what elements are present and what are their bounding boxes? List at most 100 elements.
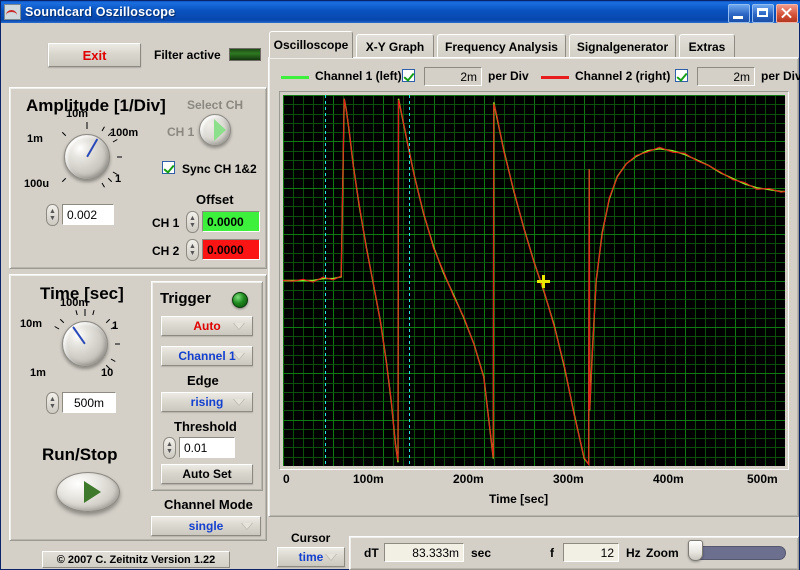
auto-set-button[interactable]: Auto Set	[161, 464, 253, 484]
trigger-source-value: Channel 1	[178, 349, 236, 363]
waveform-trace	[283, 98, 785, 466]
sync-ch-checkbox[interactable]	[162, 161, 175, 174]
xtick-0: 0	[283, 472, 290, 486]
offset-ch1-stepper[interactable]: ▲ ▼	[186, 211, 199, 233]
amplitude-title: Amplitude [1/Div]	[26, 96, 166, 115]
trigger-mode-value: Auto	[193, 319, 221, 333]
select-ch-knob[interactable]	[199, 114, 231, 146]
chevron-down-icon	[325, 554, 337, 561]
frequency-value-field[interactable]: 12	[563, 543, 619, 562]
knob-tick	[92, 310, 95, 316]
run-stop-button[interactable]	[56, 472, 120, 512]
waveform-icon	[4, 4, 21, 20]
copyright-label: © 2007 C. Zeitnitz Version 1.22	[42, 551, 230, 568]
sync-ch-label: Sync CH 1&2	[182, 162, 257, 176]
amplitude-knob-label-100u: 100u	[24, 178, 50, 190]
offset-ch1-label: CH 1	[152, 216, 180, 230]
knob-tick	[101, 182, 105, 188]
knob-tick	[110, 358, 116, 362]
xtick-200m: 200m	[453, 472, 484, 486]
offset-ch2-stepper[interactable]: ▲ ▼	[186, 239, 199, 261]
filter-active-led	[229, 48, 261, 61]
trigger-source-dropdown[interactable]: Channel 1	[161, 346, 253, 366]
x-axis-title: Time [sec]	[489, 492, 549, 506]
cursor-mode-dropdown[interactable]: time	[277, 547, 345, 567]
offset-ch2-field[interactable]: 0.0000	[202, 239, 260, 260]
dt-value-field[interactable]: 83.333m	[384, 543, 464, 562]
amplitude-knob-pointer	[86, 138, 99, 158]
threshold-field[interactable]: 0.01	[179, 437, 235, 458]
filter-active-label: Filter active	[154, 48, 221, 62]
cursor-line-2[interactable]	[409, 95, 410, 466]
oscilloscope-graph[interactable]	[283, 95, 785, 466]
frequency-label: f	[550, 546, 554, 560]
select-ch-pointer	[214, 119, 226, 141]
amplitude-knob-label-1: 1	[115, 173, 122, 185]
oscilloscope-tab-panel: Channel 1 (left) 2m per Div Channel 2 (r…	[268, 57, 800, 517]
knob-tick	[117, 156, 122, 158]
zoom-slider-track[interactable]	[690, 546, 786, 560]
channel-mode-value: single	[188, 519, 224, 533]
xtick-400m: 400m	[653, 472, 684, 486]
channel2-color-swatch	[541, 76, 569, 79]
time-value-field[interactable]: 500m	[62, 392, 116, 413]
tab-oscilloscope[interactable]: Oscilloscope	[269, 31, 353, 58]
tab-xy-graph[interactable]: X-Y Graph	[356, 34, 434, 58]
amplitude-panel: Amplitude [1/Div] 10m 100m 1 100u 1m ▲ ▼ …	[9, 87, 267, 269]
channel1-enable-checkbox[interactable]	[402, 69, 415, 82]
trigger-panel: Trigger Auto Channel 1 Edge rising Thres…	[151, 281, 263, 491]
dt-label: dT	[364, 546, 379, 560]
frequency-unit-label: Hz	[626, 546, 641, 560]
zoom-label: Zoom	[646, 546, 679, 560]
knob-tick	[61, 131, 67, 137]
time-knob-pointer	[72, 326, 86, 345]
knob-tick	[84, 309, 86, 316]
channel2-enable-checkbox[interactable]	[675, 69, 688, 82]
xtick-100m: 100m	[353, 472, 384, 486]
knob-tick	[61, 177, 67, 183]
close-icon[interactable]	[776, 4, 798, 23]
knob-tick	[75, 310, 78, 316]
time-panel: Time [sec] 100m 1 10m 10 1m ▲ ▼ 500m Run/…	[9, 274, 267, 541]
cursor-line-1[interactable]	[325, 95, 326, 466]
amplitude-knob-label-10m: 10m	[66, 108, 89, 120]
trigger-edge-label: Edge	[187, 373, 219, 388]
chevron-down-icon	[241, 523, 253, 530]
trigger-mode-dropdown[interactable]: Auto	[161, 316, 253, 336]
title-bar: Soundcard Oszilloscope	[1, 1, 800, 23]
minimize-icon[interactable]	[728, 4, 750, 23]
trigger-led	[232, 292, 248, 308]
channel2-perdiv-field[interactable]: 2m	[697, 67, 755, 86]
amplitude-value-field[interactable]: 0.002	[62, 204, 114, 225]
zoom-slider-thumb[interactable]	[688, 540, 703, 561]
time-knob-label-10: 10	[101, 367, 114, 379]
window-controls	[728, 4, 798, 23]
channel-mode-label: Channel Mode	[164, 497, 253, 512]
select-ch-label: Select CH	[187, 98, 244, 112]
play-icon	[83, 481, 101, 503]
offset-ch1-field[interactable]: 0.0000	[202, 211, 260, 232]
tab-frequency-analysis[interactable]: Frequency Analysis	[437, 34, 566, 58]
application-window: Soundcard Oszilloscope Exit Filter activ…	[0, 0, 800, 570]
trigger-edge-dropdown[interactable]: rising	[161, 392, 253, 412]
dt-unit-label: sec	[471, 546, 492, 560]
time-stepper[interactable]: ▲ ▼	[46, 392, 59, 414]
cursor-marker[interactable]	[536, 274, 550, 288]
amplitude-stepper[interactable]: ▲ ▼	[46, 204, 59, 226]
time-knob-label-100m: 100m	[60, 297, 89, 309]
knob-tick	[86, 122, 88, 129]
tab-extras[interactable]: Extras	[679, 34, 735, 58]
threshold-stepper[interactable]: ▲ ▼	[163, 437, 176, 459]
amplitude-knob[interactable]	[64, 134, 110, 180]
time-knob[interactable]	[62, 321, 108, 367]
channel-mode-dropdown[interactable]: single	[151, 516, 261, 536]
tab-signalgenerator[interactable]: Signalgenerator	[569, 34, 676, 58]
cursor-title: Cursor	[291, 531, 331, 545]
xtick-500m: 500m	[747, 472, 778, 486]
knob-tick	[59, 318, 65, 324]
trigger-threshold-label: Threshold	[174, 419, 237, 434]
maximize-icon[interactable]	[752, 4, 774, 23]
trigger-title: Trigger	[160, 290, 211, 307]
channel1-perdiv-field[interactable]: 2m	[424, 67, 482, 86]
exit-button[interactable]: Exit	[48, 43, 141, 67]
